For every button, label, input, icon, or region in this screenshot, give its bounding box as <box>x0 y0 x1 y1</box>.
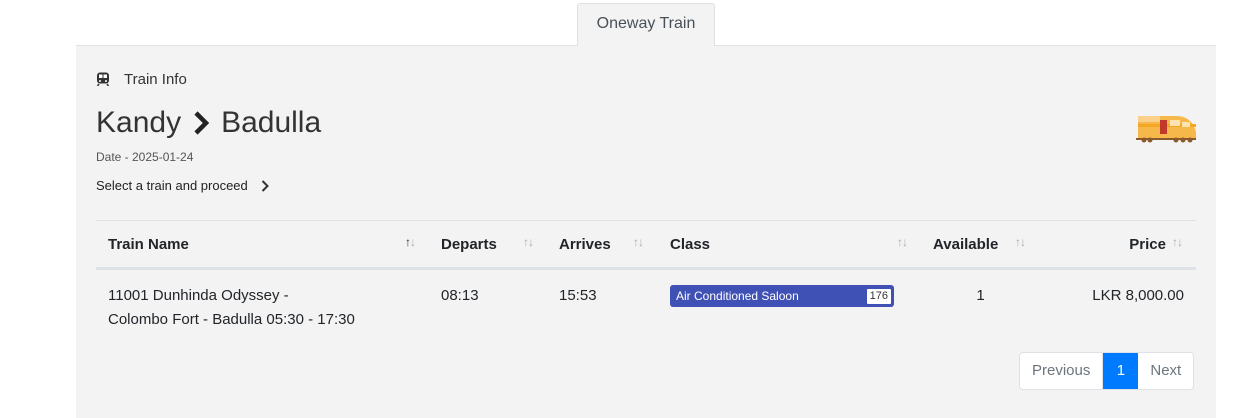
class-badge[interactable]: Air Conditioned Saloon 176 <box>670 285 894 307</box>
tab-bar: Oneway Train <box>76 0 1216 46</box>
train-name-line1: 11001 Dunhinda Odyssey - <box>108 287 289 304</box>
route-to: Badulla <box>221 106 322 139</box>
available-cell: 1 <box>976 287 985 304</box>
col-arrives[interactable]: Arrives ↑↓ <box>547 221 658 269</box>
train-info-label: Train Info <box>124 70 187 88</box>
sort-icon[interactable]: ↑↓ <box>523 235 534 249</box>
departs-cell: 08:13 <box>441 287 479 304</box>
train-info-panel: Train Info Kandy Badulla Date - 2025-01-… <box>76 46 1216 418</box>
sort-icon[interactable]: ↑↓ <box>897 235 908 249</box>
col-class-label: Class <box>670 235 711 253</box>
col-train-name-label: Train Name <box>108 235 189 253</box>
previous-page-button[interactable]: Previous <box>1020 353 1104 389</box>
pagination: Previous 1 Next <box>1019 352 1195 390</box>
proceed-hint: Select a train and proceed <box>96 178 270 193</box>
train-name-cell: 11001 Dunhinda Odyssey - Colombo Fort - … <box>96 269 429 343</box>
col-price-label: Price <box>1129 235 1166 253</box>
col-available-label: Available <box>933 235 999 253</box>
trains-table: Train Name ↑↓ Departs ↑↓ Arrives ↑↓ Clas… <box>96 220 1196 342</box>
col-departs[interactable]: Departs ↑↓ <box>429 221 547 269</box>
tab-oneway-train[interactable]: Oneway Train <box>577 3 715 46</box>
next-page-button[interactable]: Next <box>1138 353 1193 389</box>
train-icon <box>96 72 110 86</box>
travel-date: Date - 2025-01-24 <box>96 150 194 164</box>
chevron-right-icon <box>194 111 210 135</box>
proceed-text: Select a train and proceed <box>96 178 248 193</box>
class-seat-count: 176 <box>865 287 892 305</box>
sort-icon[interactable]: ↑↓ <box>405 235 416 249</box>
table-header-row: Train Name ↑↓ Departs ↑↓ Arrives ↑↓ Clas… <box>96 220 1196 269</box>
col-available[interactable]: Available ↑↓ <box>921 221 1040 269</box>
sort-icon[interactable]: ↑↓ <box>633 235 644 249</box>
price-cell: LKR 8,000.00 <box>1092 287 1184 304</box>
route-title: Kandy Badulla <box>96 104 321 142</box>
col-class[interactable]: Class ↑↓ <box>658 221 921 269</box>
page-1-button[interactable]: 1 <box>1103 353 1139 389</box>
col-arrives-label: Arrives <box>559 235 611 253</box>
col-departs-label: Departs <box>441 235 497 253</box>
train-info-header: Train Info <box>96 70 187 88</box>
arrives-cell: 15:53 <box>559 287 597 304</box>
col-price[interactable]: Price ↑↓ <box>1040 221 1196 269</box>
train-name-line2: Colombo Fort - Badulla 05:30 - 17:30 <box>108 311 355 328</box>
table-row[interactable]: 11001 Dunhinda Odyssey - Colombo Fort - … <box>96 269 1196 343</box>
chevron-right-icon <box>261 179 269 192</box>
sort-icon[interactable]: ↑↓ <box>1015 235 1026 249</box>
class-name: Air Conditioned Saloon <box>676 289 799 303</box>
train-illustration <box>1136 116 1196 143</box>
class-cell: Air Conditioned Saloon 176 <box>658 269 921 343</box>
col-train-name[interactable]: Train Name ↑↓ <box>96 221 429 269</box>
route-from: Kandy <box>96 106 182 139</box>
sort-icon[interactable]: ↑↓ <box>1172 235 1183 249</box>
